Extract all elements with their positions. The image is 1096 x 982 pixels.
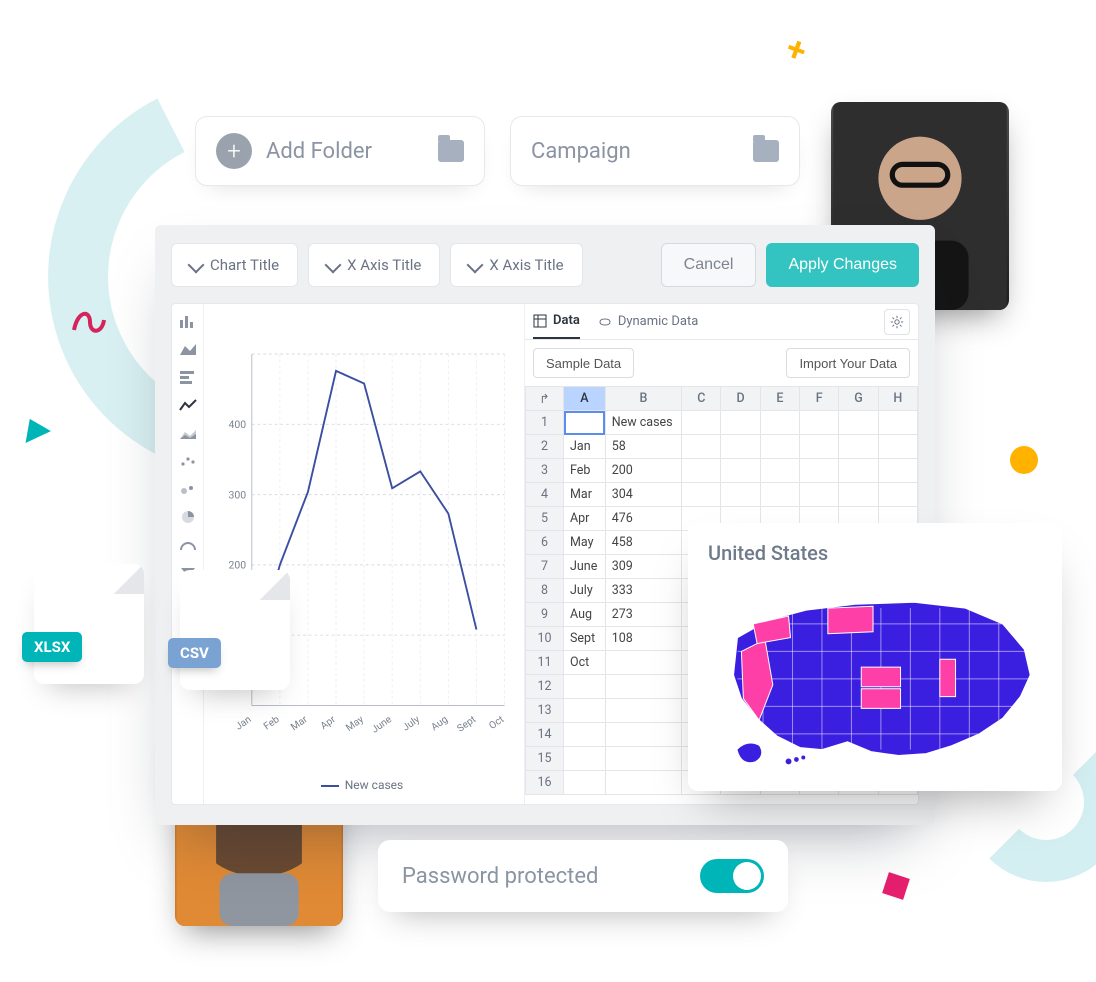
file-corner-icon: [260, 570, 290, 600]
chart-type-rail: [172, 304, 204, 804]
map-card: United States: [688, 523, 1062, 791]
area-chart-icon[interactable]: [179, 342, 197, 356]
scatter-chart-icon[interactable]: [179, 454, 197, 468]
gear-icon: [890, 315, 904, 329]
chart-title-text: Chart Title: [210, 256, 279, 274]
xlsx-badge: XLSX: [22, 632, 82, 662]
gauge-chart-icon[interactable]: [179, 538, 197, 552]
pencil-icon: [467, 257, 484, 274]
stacked-area-icon[interactable]: [179, 426, 197, 440]
svg-text:400: 400: [228, 418, 246, 431]
folder-icon: [438, 140, 464, 162]
xlsx-file-chip[interactable]: XLSX: [34, 564, 144, 684]
x-axis-title-text: X Axis Title: [347, 256, 421, 274]
dynamic-icon: [598, 315, 612, 329]
square-decoration: [882, 872, 910, 900]
tab-data-label: Data: [553, 313, 580, 328]
chart-title-input[interactable]: Chart Title: [171, 243, 298, 287]
line-chart: 100200300400JanFebMarAprMayJuneJulyAugSe…: [210, 314, 514, 774]
import-data-button[interactable]: Import Your Data: [786, 348, 910, 378]
add-folder-label: Add Folder: [266, 139, 424, 164]
tab-data[interactable]: Data: [533, 304, 580, 339]
svg-text:Apr: Apr: [319, 714, 338, 732]
triangle-decoration: [17, 413, 51, 443]
x-axis-title-text: X Axis Title: [489, 256, 563, 274]
svg-text:May: May: [344, 714, 366, 734]
map-title: United States: [708, 541, 1042, 565]
sample-data-button[interactable]: Sample Data: [533, 348, 634, 378]
us-map: [708, 573, 1042, 775]
x-axis-title-input[interactable]: X Axis Title: [308, 243, 440, 287]
chart-legend: New cases: [210, 778, 514, 792]
svg-text:Sept: Sept: [455, 714, 478, 735]
svg-text:Mar: Mar: [289, 714, 310, 733]
toggle-knob: [733, 862, 761, 890]
pencil-icon: [325, 257, 342, 274]
settings-button[interactable]: [884, 309, 910, 335]
campaign-label: Campaign: [531, 139, 739, 164]
svg-text:Aug: Aug: [429, 714, 450, 733]
plus-decoration: +: [781, 28, 812, 72]
folder-icon: [753, 140, 779, 162]
svg-text:June: June: [370, 714, 394, 736]
file-corner-icon: [114, 564, 144, 594]
bar-chart-icon[interactable]: [179, 314, 197, 328]
bubble-chart-icon[interactable]: [179, 482, 197, 496]
tab-dynamic-data[interactable]: Dynamic Data: [598, 304, 698, 339]
csv-file-chip[interactable]: CSV: [180, 570, 290, 690]
csv-badge: CSV: [168, 638, 221, 668]
add-folder-button[interactable]: + Add Folder: [195, 116, 485, 186]
password-protected-card: Password protected: [378, 840, 788, 912]
hbar-chart-icon[interactable]: [179, 370, 197, 384]
squiggle-decoration: [70, 300, 110, 340]
pencil-icon: [188, 257, 205, 274]
password-label: Password protected: [402, 864, 598, 889]
cancel-button[interactable]: Cancel: [661, 243, 757, 287]
svg-text:July: July: [401, 714, 422, 734]
svg-text:Oct: Oct: [487, 714, 506, 732]
tab-dynamic-label: Dynamic Data: [618, 314, 698, 329]
svg-text:300: 300: [228, 488, 246, 501]
chart-preview: 100200300400JanFebMarAprMayJuneJulyAugSe…: [204, 304, 524, 804]
table-icon: [533, 314, 547, 328]
plus-icon: +: [216, 133, 252, 169]
x-axis-title-input-2[interactable]: X Axis Title: [450, 243, 582, 287]
dot-decoration: [1010, 446, 1038, 474]
svg-text:Jan: Jan: [234, 714, 254, 732]
line-chart-icon[interactable]: [179, 398, 197, 412]
pie-chart-icon[interactable]: [179, 510, 197, 524]
password-toggle[interactable]: [700, 859, 764, 893]
svg-text:Feb: Feb: [262, 714, 282, 733]
apply-button[interactable]: Apply Changes: [766, 243, 919, 287]
campaign-folder-button[interactable]: Campaign: [510, 116, 800, 186]
